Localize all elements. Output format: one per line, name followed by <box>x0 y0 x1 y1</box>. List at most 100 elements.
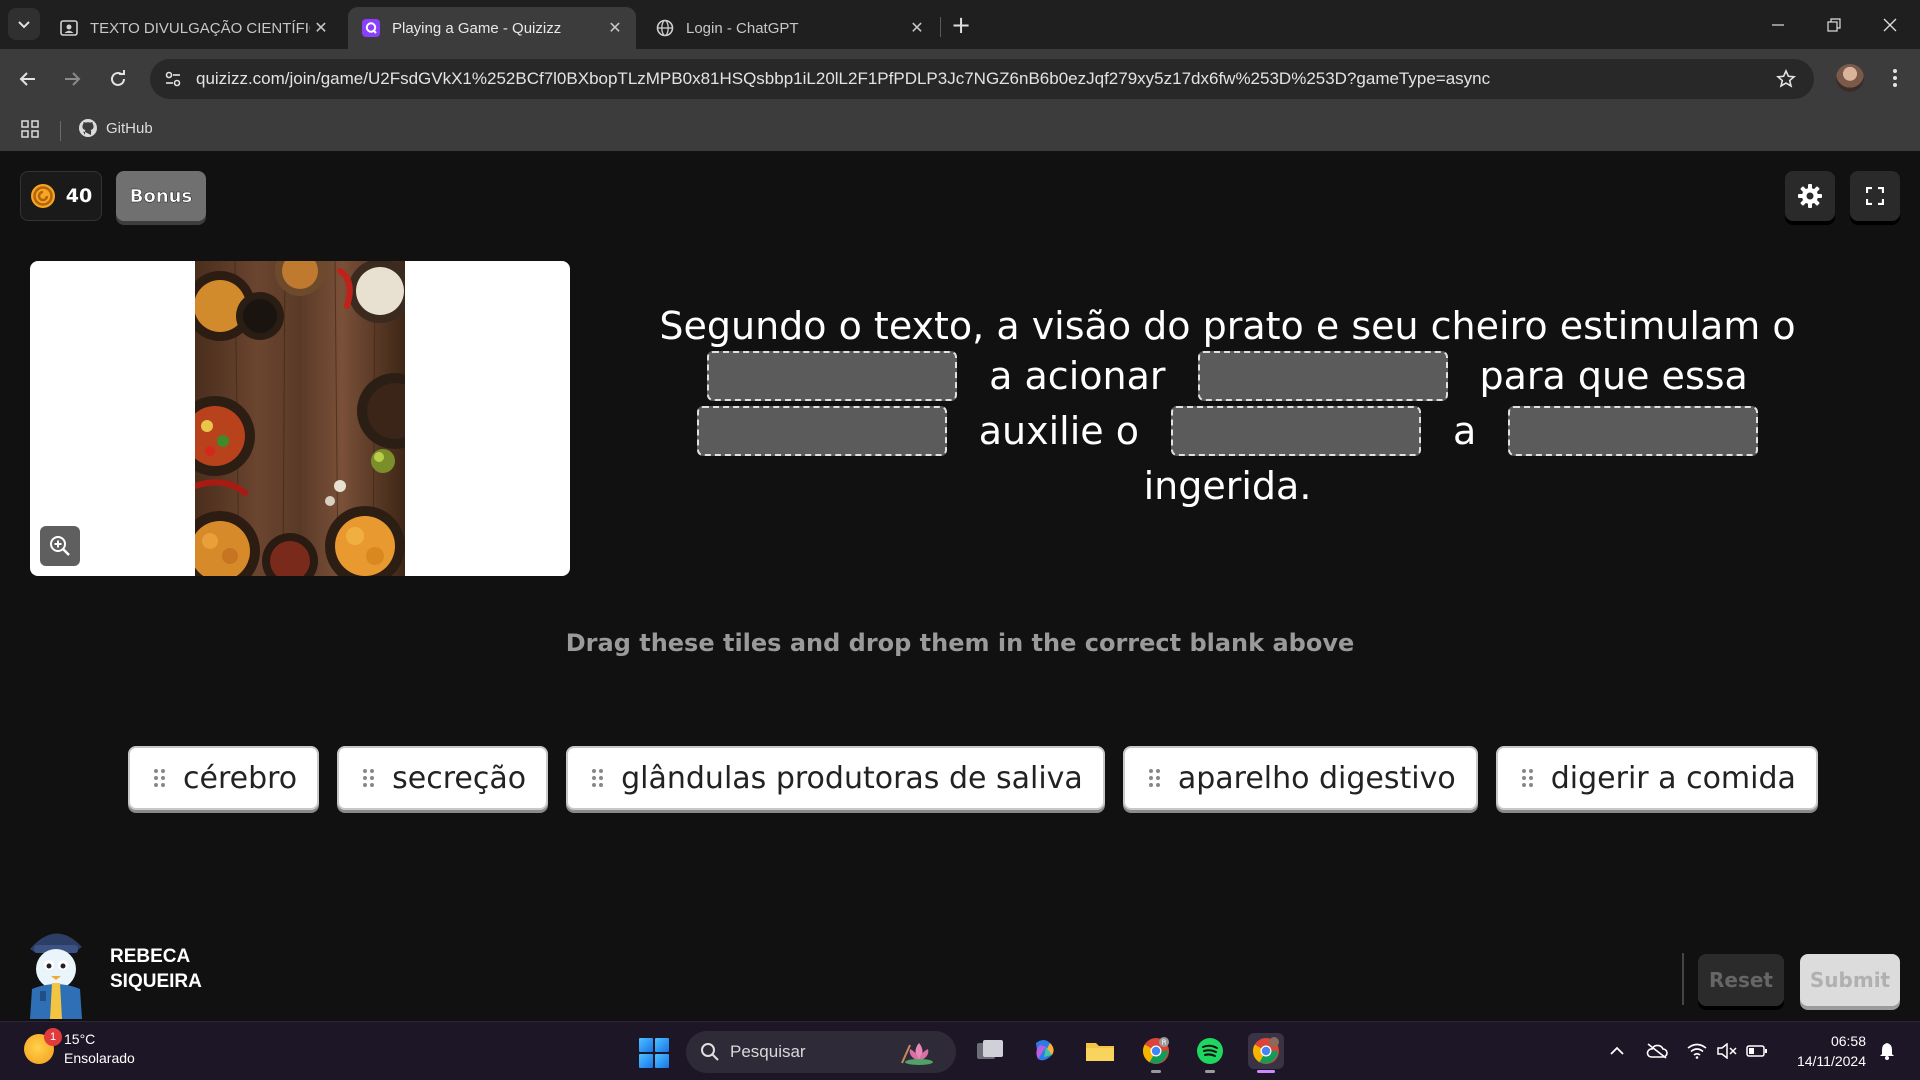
clock-date: 14/11/2024 <box>1796 1053 1866 1069</box>
cloud-off-icon <box>1646 1043 1668 1059</box>
weather-description: Ensolarado <box>64 1050 135 1066</box>
close-tab-icon[interactable]: ✕ <box>604 17 626 39</box>
url-text[interactable]: quizizz.com/join/game/U2FsdGVkX1%252BCf7… <box>196 69 1490 89</box>
copilot-button[interactable] <box>1026 1033 1062 1069</box>
sun-icon: 1 <box>24 1028 62 1064</box>
close-tab-icon[interactable]: ✕ <box>906 17 928 39</box>
question-fragment: auxilie o <box>978 409 1139 453</box>
taskbar-search[interactable]: Pesquisar <box>686 1031 956 1073</box>
system-clock[interactable]: 06:58 14/11/2024 <box>1782 1031 1866 1071</box>
close-tab-icon[interactable]: ✕ <box>310 17 332 39</box>
drop-blank-3[interactable] <box>696 406 947 456</box>
chrome-icon: R <box>1142 1037 1169 1064</box>
clock-time: 06:58 <box>1830 1033 1866 1049</box>
tab-search-button[interactable] <box>8 8 40 40</box>
answer-tile[interactable]: glândulas produtoras de saliva <box>566 746 1105 810</box>
onedrive-tray[interactable] <box>1646 1040 1668 1062</box>
battery-icon <box>1746 1045 1767 1057</box>
drop-blank-4[interactable] <box>1170 406 1421 456</box>
site-info-icon[interactable] <box>158 64 188 94</box>
task-view-button[interactable] <box>972 1033 1008 1069</box>
question-fragment: a acionar <box>989 354 1166 398</box>
question-fragment: ingerida. <box>1143 464 1312 508</box>
drag-handle-icon <box>363 769 375 787</box>
answer-tiles: cérebro secreção glândulas produtoras de… <box>128 746 1818 810</box>
bookmark-separator <box>60 121 61 141</box>
show-hidden-icons[interactable] <box>1606 1040 1628 1062</box>
minimize-icon <box>1772 23 1784 26</box>
apps-grid-icon[interactable] <box>20 119 40 143</box>
minimize-button[interactable] <box>1750 0 1806 49</box>
weather-alert-badge: 1 <box>44 1028 62 1046</box>
weather-temperature: 15°C <box>64 1031 96 1047</box>
drop-blank-1[interactable] <box>707 351 958 401</box>
volume-muted-icon <box>1717 1043 1737 1059</box>
drop-blank-5[interactable] <box>1508 406 1759 456</box>
folder-icon <box>1086 1043 1114 1061</box>
profile-avatar[interactable] <box>1836 64 1864 92</box>
volume-tray[interactable] <box>1716 1040 1738 1062</box>
drag-handle-icon <box>154 769 165 787</box>
tab-quizizz[interactable]: Playing a Game - Quizizz ✕ <box>348 7 636 49</box>
tile-label: secreção <box>392 760 527 796</box>
running-indicator <box>1151 1070 1161 1073</box>
lotus-decoration-icon <box>901 1043 933 1065</box>
bell-icon <box>1880 1043 1894 1060</box>
chevron-down-icon <box>18 21 30 29</box>
chrome-active-button[interactable] <box>1248 1033 1284 1073</box>
player-last-name: SIQUEIRA <box>110 971 202 992</box>
tile-label: glândulas produtoras de saliva <box>621 760 1083 796</box>
back-button[interactable] <box>12 63 44 95</box>
search-placeholder: Pesquisar <box>730 1042 806 1061</box>
weather-widget[interactable]: 1 15°C Ensolarado <box>24 1028 135 1068</box>
new-tab-button[interactable]: + <box>946 10 976 40</box>
drop-blank-2[interactable] <box>1197 351 1448 401</box>
player-name: REBECA SIQUEIRA <box>110 944 220 994</box>
task-view-icon <box>977 1040 1003 1059</box>
reset-button[interactable]: Reset <box>1698 954 1784 1006</box>
drag-instruction: Drag these tiles and drop them in the co… <box>565 629 1355 657</box>
address-bar[interactable]: quizizz.com/join/game/U2FsdGVkX1%252BCf7… <box>150 59 1814 99</box>
answer-tile[interactable]: secreção <box>337 746 549 810</box>
spotify-button[interactable] <box>1192 1033 1228 1073</box>
file-explorer-button[interactable] <box>1082 1033 1118 1069</box>
tile-label: aparelho digestivo <box>1177 760 1456 796</box>
battery-tray[interactable] <box>1746 1040 1768 1062</box>
question-line: a acionar para que essa <box>640 351 1815 401</box>
answer-tile[interactable]: aparelho digestivo <box>1122 746 1478 810</box>
tab-chatgpt[interactable]: Login - ChatGPT ✕ <box>642 7 938 49</box>
quiz-page: 40 Bonus Segundo o texto, a visão do pra… <box>0 151 1920 1021</box>
drag-handle-icon <box>592 769 604 787</box>
tile-label: digerir a comida <box>1550 760 1796 796</box>
settings-button[interactable] <box>1785 171 1835 221</box>
tab-texto-divulgacao[interactable]: TEXTO DIVULGAÇÃO CIENTÍFIC ✕ <box>46 7 342 49</box>
fullscreen-button[interactable] <box>1850 171 1900 221</box>
coin-icon <box>30 184 55 208</box>
answer-tile[interactable]: cérebro <box>128 746 320 810</box>
restore-button[interactable] <box>1806 0 1862 49</box>
zoom-image-button[interactable] <box>40 526 80 566</box>
answer-tile[interactable]: digerir a comida <box>1495 746 1818 810</box>
browser-tab-bar: TEXTO DIVULGAÇÃO CIENTÍFIC ✕ Playing a G… <box>0 0 1920 49</box>
start-button[interactable] <box>639 1038 669 1068</box>
running-indicator <box>1205 1070 1215 1073</box>
tab-separator <box>940 17 941 37</box>
chrome-profile-r-button[interactable]: R <box>1138 1033 1174 1073</box>
browser-menu-icon[interactable] <box>1880 63 1910 93</box>
reload-button[interactable] <box>102 63 134 95</box>
notifications-button[interactable] <box>1876 1040 1898 1062</box>
question-image <box>30 261 570 576</box>
wifi-tray[interactable] <box>1686 1040 1708 1062</box>
forward-button[interactable] <box>56 63 88 95</box>
action-divider <box>1682 953 1684 1005</box>
bonus-button[interactable]: Bonus <box>116 171 206 221</box>
question-line: auxilie o a <box>640 401 1815 461</box>
zoom-in-icon <box>50 536 70 556</box>
chrome-icon <box>1252 1037 1279 1064</box>
bookmark-github[interactable]: GitHub <box>78 118 153 138</box>
submit-button[interactable]: Submit <box>1800 954 1900 1006</box>
close-window-button[interactable] <box>1862 0 1918 49</box>
bookmark-star-icon[interactable] <box>1774 67 1798 91</box>
running-indicator <box>1257 1070 1275 1073</box>
wifi-icon <box>1687 1043 1707 1059</box>
